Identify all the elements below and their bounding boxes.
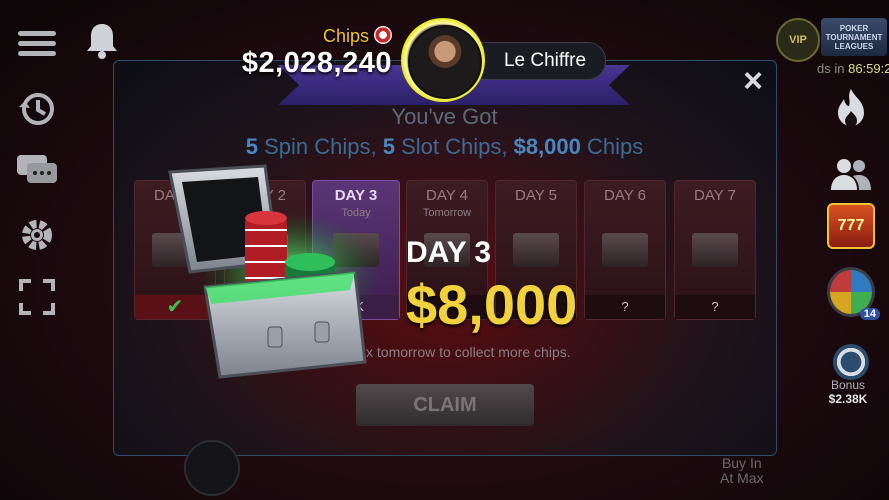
- bonus-label: Bonus $2.38K: [823, 378, 873, 406]
- chips-amount: $2,028,240: [241, 47, 392, 79]
- chest-icon: [602, 233, 648, 267]
- menu-icon[interactable]: [14, 20, 60, 66]
- avatar[interactable]: [408, 25, 482, 99]
- fullscreen-icon[interactable]: [14, 274, 60, 320]
- reward-amount: $8,000: [406, 273, 578, 336]
- reward-day-label: DAY 3: [406, 236, 492, 269]
- close-button[interactable]: ×: [736, 64, 770, 100]
- chips-label: Chips: [322, 26, 369, 46]
- timer: ds in 86:59:26: [817, 61, 889, 76]
- settings-icon[interactable]: [14, 212, 60, 258]
- chest-icon: [692, 233, 738, 267]
- player-name-pill[interactable]: Le Chiffre: [468, 42, 606, 80]
- modal-subtitle: 5 Spin Chips, 5 Slot Chips, $8,000 Chips: [245, 134, 644, 159]
- player-name: Le Chiffre: [503, 50, 587, 71]
- bottom-action-button[interactable]: [184, 440, 240, 496]
- wheel-badge: 14: [859, 308, 880, 320]
- chips-amount: $8,000: [513, 134, 581, 159]
- footnote-text: x tomorrow to collect more chips.: [366, 344, 571, 360]
- vip-badge-icon[interactable]: VIP: [776, 18, 820, 62]
- treasure-chest-icon: [168, 164, 380, 379]
- timer-value: 86:59:26: [848, 61, 889, 76]
- chip-icon: [374, 26, 392, 44]
- vip-label: VIP: [789, 34, 807, 46]
- timer-prefix: ds in: [817, 61, 845, 76]
- slot-count: 5: [382, 134, 395, 159]
- right-rail: VIP POKER TOURNAMENT LEAGUES ds in 86:59…: [776, 0, 889, 500]
- spin-wheel-icon[interactable]: 14: [827, 267, 880, 320]
- tournament-logo[interactable]: POKER TOURNAMENT LEAGUES: [821, 18, 887, 56]
- buy-in-label: Buy In At Max: [720, 455, 764, 486]
- bell-icon[interactable]: [84, 20, 120, 60]
- day-card-6: DAY 6 ?: [584, 180, 666, 320]
- modal-title: You've Got: [391, 104, 498, 129]
- bonus-amount: $2.38K: [828, 392, 868, 406]
- slots-icon[interactable]: 777: [827, 202, 875, 250]
- day-card-7: DAY 7 ?: [674, 180, 756, 320]
- chips-balance: Chips $2,028,240: [216, 26, 392, 80]
- spin-count: 5: [245, 134, 258, 159]
- chest-icon: [513, 233, 559, 267]
